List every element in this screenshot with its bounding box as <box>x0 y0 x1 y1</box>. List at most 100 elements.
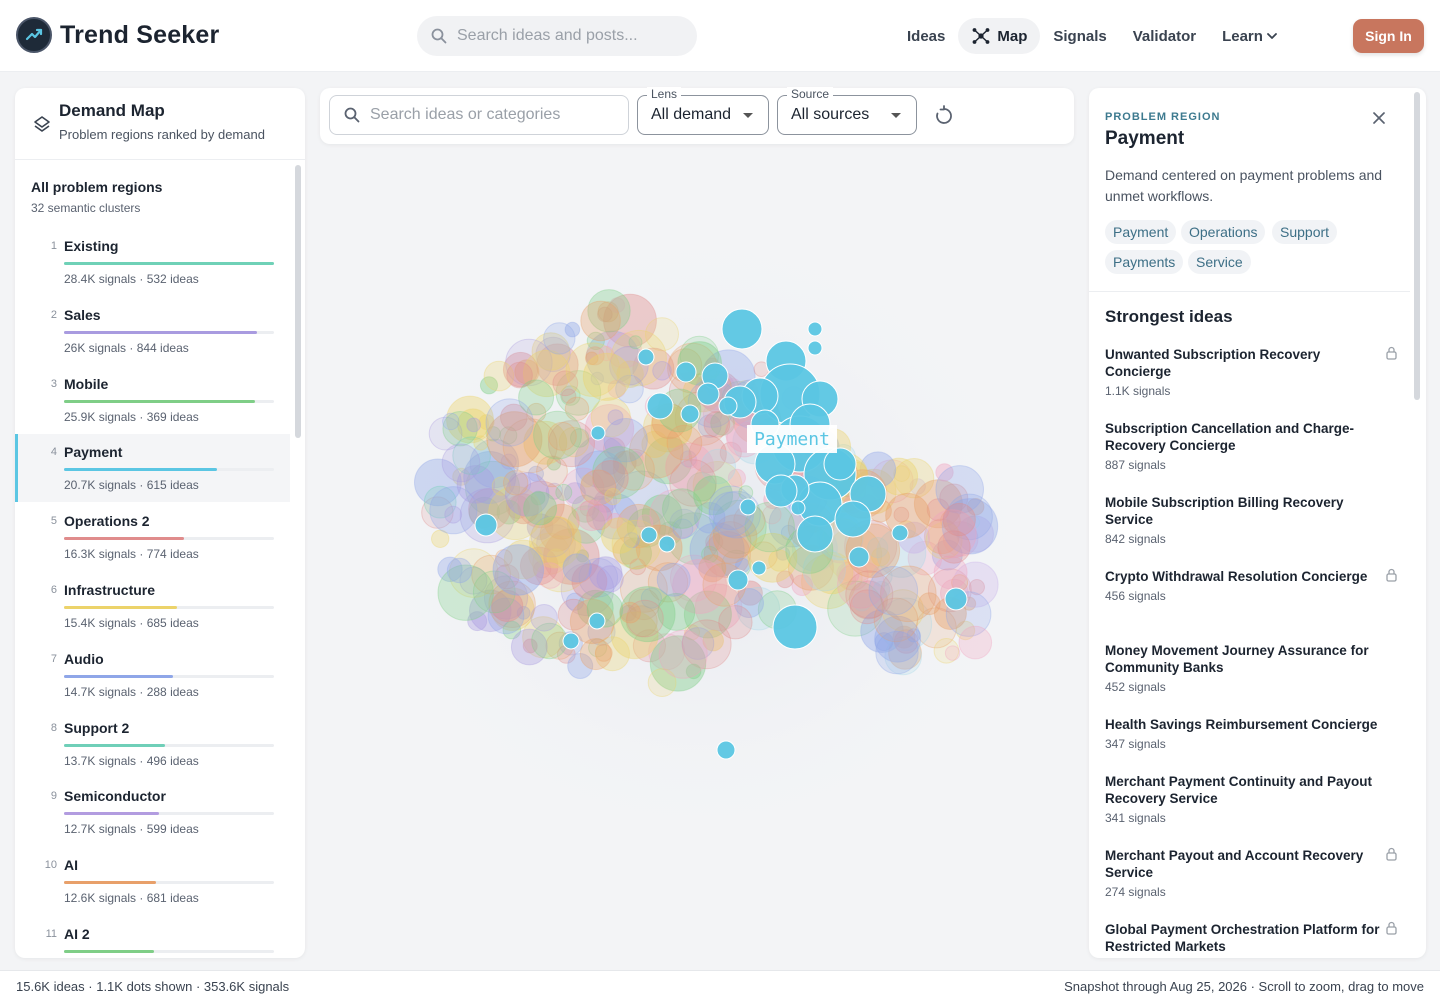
idea-bubble[interactable] <box>718 605 753 640</box>
payment-bubble[interactable] <box>590 425 606 441</box>
idea-bubble[interactable] <box>944 645 961 661</box>
nav-validator[interactable]: Validator <box>1120 18 1209 54</box>
payment-bubble[interactable] <box>721 308 763 350</box>
payment-bubble[interactable] <box>637 348 655 366</box>
region-item-existing[interactable]: 1 Existing 28.4K signals · 532 ideas <box>15 228 290 296</box>
source-select[interactable]: Source All sources <box>777 87 917 135</box>
payment-bubble[interactable] <box>807 340 823 356</box>
tag-chip[interactable]: Operations <box>1181 220 1266 244</box>
payment-bubble[interactable] <box>727 569 749 591</box>
region-item-sales[interactable]: 2 Sales 26K signals · 844 ideas <box>15 297 290 365</box>
idea-bubble[interactable] <box>579 638 612 671</box>
idea-item[interactable]: Crypto Withdrawal Resolution Concierge 45… <box>1105 568 1397 603</box>
sign-in-button[interactable]: Sign In <box>1353 19 1424 53</box>
idea-bubble[interactable] <box>656 562 691 597</box>
idea-bubble[interactable] <box>658 629 708 679</box>
region-item-ai[interactable]: 10 AI 12.6K signals · 681 ideas <box>15 847 290 915</box>
payment-bubble[interactable] <box>640 526 658 544</box>
payment-bubble[interactable] <box>474 513 498 537</box>
tag-chip[interactable]: Support <box>1272 220 1338 244</box>
payment-bubble[interactable] <box>944 587 968 611</box>
all-regions-item[interactable]: All problem regions 32 semantic clusters <box>31 179 162 215</box>
payment-bubble[interactable] <box>718 396 738 416</box>
idea-bubble[interactable] <box>523 491 558 526</box>
payment-bubble[interactable] <box>739 498 757 516</box>
nav-ideas[interactable]: Ideas <box>894 18 958 54</box>
region-item-operations-2[interactable]: 5 Operations 2 16.3K signals · 774 ideas <box>15 503 290 571</box>
payment-bubble[interactable] <box>675 361 697 383</box>
payment-bubble[interactable] <box>848 546 870 568</box>
map-search[interactable] <box>329 95 629 135</box>
idea-bubble[interactable] <box>562 553 592 583</box>
payment-bubble[interactable] <box>588 612 606 630</box>
reset-view-icon[interactable] <box>932 104 956 128</box>
idea-bubble[interactable] <box>600 517 638 554</box>
idea-item[interactable]: Money Movement Journey Assurance for Com… <box>1105 642 1395 694</box>
nav-map[interactable]: Map <box>958 18 1041 54</box>
payment-bubble[interactable] <box>696 382 720 406</box>
idea-bubble[interactable] <box>596 565 624 593</box>
idea-bubble[interactable] <box>666 424 703 461</box>
idea-bubble[interactable] <box>738 485 754 501</box>
payment-bubble[interactable] <box>790 500 806 516</box>
idea-bubble[interactable] <box>473 435 489 451</box>
region-item-infrastructure[interactable]: 6 Infrastructure 15.4K signals · 685 ideas <box>15 572 290 640</box>
idea-bubble[interactable] <box>662 488 703 529</box>
top-search[interactable] <box>417 16 697 56</box>
payment-bubble[interactable] <box>562 632 580 650</box>
region-item-payment[interactable]: 4 Payment 20.7K signals · 615 ideas <box>15 434 290 502</box>
idea-bubble[interactable] <box>937 530 971 564</box>
payment-bubble[interactable] <box>716 740 736 760</box>
idea-bubble[interactable] <box>607 409 624 426</box>
map-search-input[interactable] <box>370 106 610 124</box>
region-item-ai-2[interactable]: 11AI 212.4K signals · 520 ideas <box>15 916 290 958</box>
idea-bubble[interactable] <box>703 411 731 438</box>
idea-item[interactable]: Mobile Subscription Billing Recovery Ser… <box>1105 494 1395 546</box>
idea-bubble[interactable] <box>543 322 576 355</box>
idea-bubble[interactable] <box>604 488 622 506</box>
idea-item[interactable]: Health Savings Reimbursement Concierge 34… <box>1105 716 1395 751</box>
idea-bubble[interactable] <box>580 300 621 342</box>
idea-bubble[interactable] <box>492 544 545 596</box>
idea-bubble[interactable] <box>442 412 460 431</box>
idea-item[interactable]: Global Payment Orchestration Platform fo… <box>1105 921 1397 955</box>
idea-bubble[interactable] <box>530 604 558 632</box>
idea-bubble[interactable] <box>575 499 607 532</box>
idea-bubble[interactable] <box>441 443 481 483</box>
idea-item[interactable]: Merchant Payment Continuity and Payout R… <box>1105 773 1395 825</box>
idea-bubble[interactable] <box>582 352 631 401</box>
payment-bubble[interactable] <box>658 535 676 553</box>
idea-bubble[interactable] <box>555 483 573 501</box>
payment-bubble[interactable] <box>807 321 823 337</box>
payment-bubble[interactable] <box>751 560 767 576</box>
payment-bubble[interactable] <box>764 474 798 508</box>
brand[interactable]: Trend Seeker <box>16 17 219 53</box>
region-item-semiconductor[interactable]: 9 Semiconductor 12.7K signals · 599 ideas <box>15 778 290 846</box>
region-item-mobile[interactable]: 3 Mobile 25.9K signals · 369 ideas <box>15 366 290 434</box>
tag-chip[interactable]: Payment <box>1105 220 1177 244</box>
idea-bubble[interactable] <box>657 592 696 631</box>
payment-bubble[interactable] <box>834 500 872 538</box>
payment-bubble[interactable] <box>680 404 700 424</box>
nav-learn[interactable]: Learn <box>1209 18 1294 54</box>
tag-chip[interactable]: Payments <box>1105 250 1184 274</box>
idea-item[interactable]: Unwanted Subscription Recovery Concierge… <box>1105 346 1397 398</box>
idea-bubble[interactable] <box>868 566 919 616</box>
lens-select[interactable]: Lens All demand <box>637 87 769 135</box>
idea-bubble[interactable] <box>958 625 993 660</box>
region-item-support-2[interactable]: 8 Support 2 13.7K signals · 496 ideas <box>15 710 290 778</box>
close-icon[interactable] <box>1371 110 1387 126</box>
bubble-map[interactable]: Payment <box>320 144 1074 970</box>
idea-bubble[interactable] <box>503 470 529 496</box>
idea-bubble[interactable] <box>444 505 463 524</box>
idea-item[interactable]: Merchant Payout and Account Recovery Ser… <box>1105 847 1397 899</box>
idea-bubble[interactable] <box>628 335 643 350</box>
scrollbar[interactable] <box>1414 92 1420 400</box>
idea-bubble[interactable] <box>547 421 577 451</box>
idea-bubble[interactable] <box>652 361 672 381</box>
idea-bubble[interactable] <box>485 398 534 447</box>
payment-bubble[interactable] <box>891 524 909 542</box>
payment-bubble[interactable] <box>796 515 834 553</box>
idea-bubble[interactable] <box>446 557 473 584</box>
idea-bubble[interactable] <box>942 502 976 537</box>
